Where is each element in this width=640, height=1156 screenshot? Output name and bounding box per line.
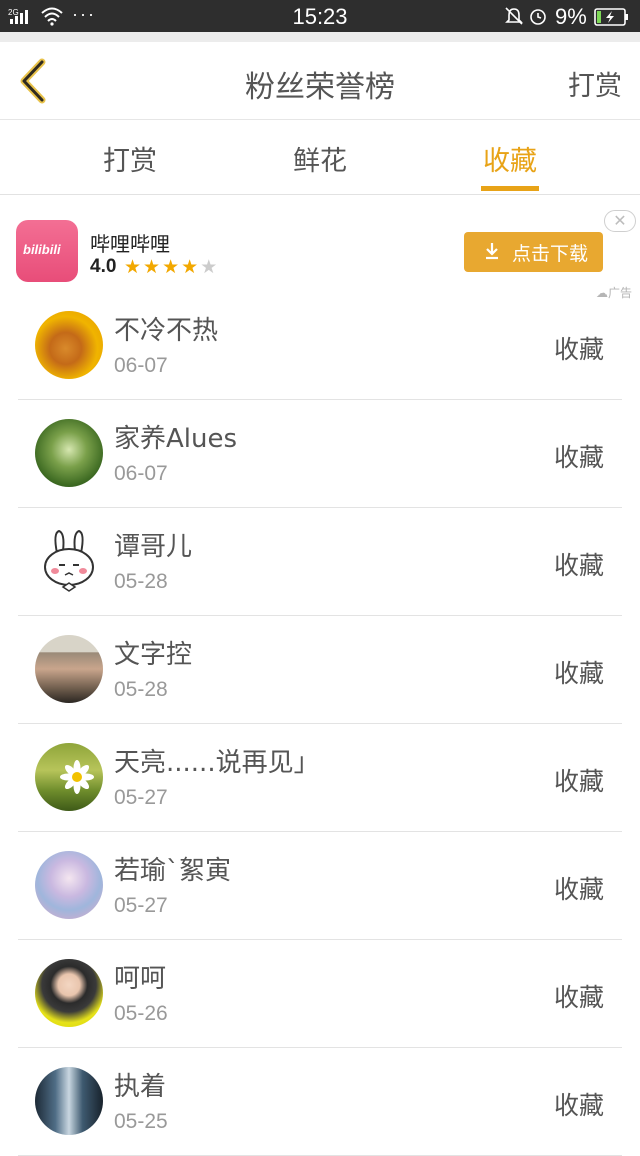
fan-name: 执着	[114, 1072, 167, 1102]
battery-percent: 9%	[555, 4, 587, 29]
alarm-icon	[530, 9, 546, 25]
fan-name: 呵呵	[114, 964, 167, 994]
ad-banner[interactable]: bilibili 哔哩哔哩 4.0 ★★★★★ 点击下载 ✕ ☁广告	[0, 196, 640, 306]
fan-action: 收藏	[553, 551, 604, 580]
fan-action: 收藏	[553, 443, 604, 472]
fan-date: 05-28	[114, 570, 168, 593]
download-label: 点击下载	[512, 243, 589, 265]
star-icon: ★	[143, 256, 163, 278]
avatar[interactable]	[35, 851, 103, 919]
fan-name: 文字控	[114, 640, 193, 670]
bell-off-icon	[505, 7, 523, 25]
star-empty-icon: ★	[200, 256, 220, 278]
tab-reward[interactable]: 打赏	[70, 139, 190, 178]
battery-charging-icon	[594, 8, 628, 26]
fan-action: 收藏	[553, 335, 604, 364]
fan-date: 05-26	[114, 1002, 168, 1025]
rating-stars: ★★★★★	[124, 256, 219, 278]
daisy-icon	[60, 760, 94, 794]
star-icon: ★	[162, 256, 182, 278]
fan-name: 若瑜`絮寅	[114, 856, 232, 886]
tab-bar: 打赏 鲜花 收藏	[0, 121, 640, 195]
fan-name: 天亮......说再见」	[114, 748, 320, 778]
download-icon	[486, 243, 498, 260]
download-button[interactable]: 点击下载	[464, 232, 603, 272]
status-bar: 2G ··· 15:23 9%	[0, 0, 640, 32]
page-title: 粉丝荣誉榜	[245, 70, 395, 105]
avatar[interactable]	[35, 311, 103, 379]
fan-date: 05-27	[114, 894, 168, 917]
fan-date: 05-27	[114, 786, 168, 809]
fan-action: 收藏	[553, 1091, 604, 1120]
ad-app-name: 哔哩哔哩	[90, 232, 170, 256]
fan-name: 不冷不热	[114, 316, 219, 346]
list-item[interactable]: 天亮......说再见」 05-27 收藏	[18, 724, 622, 832]
avatar[interactable]	[35, 743, 103, 811]
fan-action: 收藏	[553, 875, 604, 904]
list-item[interactable]: 家养Alues 06-07 收藏	[18, 400, 622, 508]
list-item[interactable]: 若瑜`絮寅 05-27 收藏	[18, 832, 622, 940]
fan-date: 05-25	[114, 1110, 168, 1133]
avatar[interactable]	[35, 1067, 103, 1135]
bilibili-app-icon[interactable]: bilibili	[16, 220, 78, 282]
avatar[interactable]	[35, 527, 103, 595]
bunny-avatar-icon	[44, 529, 94, 592]
status-gap	[0, 32, 640, 42]
tab-favorites[interactable]: 收藏	[450, 139, 570, 178]
avatar[interactable]	[35, 635, 103, 703]
fan-date: 06-07	[114, 354, 168, 377]
list-item[interactable]: 不冷不热 06-07 收藏	[18, 292, 622, 400]
reward-button[interactable]: 打赏	[568, 64, 622, 103]
close-icon[interactable]: ✕	[604, 210, 636, 232]
star-icon: ★	[124, 256, 144, 278]
list-item[interactable]: 文字控 05-28 收藏	[18, 616, 622, 724]
fan-name: 谭哥儿	[114, 532, 193, 562]
fan-date: 06-07	[114, 462, 168, 485]
nav-bar: 粉丝荣誉榜 打赏	[0, 42, 640, 120]
fan-action: 收藏	[553, 659, 604, 688]
fan-action: 收藏	[553, 767, 604, 796]
bilibili-logo-text: bilibili	[23, 242, 61, 257]
list-item[interactable]: 谭哥儿 05-28 收藏	[18, 508, 622, 616]
fan-action: 收藏	[553, 983, 604, 1012]
list-item[interactable]: 执着 05-25 收藏	[18, 1048, 622, 1156]
tab-flowers[interactable]: 鲜花	[260, 139, 380, 178]
fan-name: 家养Alues	[114, 424, 238, 454]
avatar[interactable]	[35, 419, 103, 487]
active-tab-indicator	[481, 186, 539, 191]
avatar[interactable]	[35, 959, 103, 1027]
list-item[interactable]: 呵呵 05-26 收藏	[18, 940, 622, 1048]
ad-rating: 4.0	[90, 256, 117, 277]
star-icon: ★	[181, 256, 201, 278]
fan-date: 05-28	[114, 678, 168, 701]
